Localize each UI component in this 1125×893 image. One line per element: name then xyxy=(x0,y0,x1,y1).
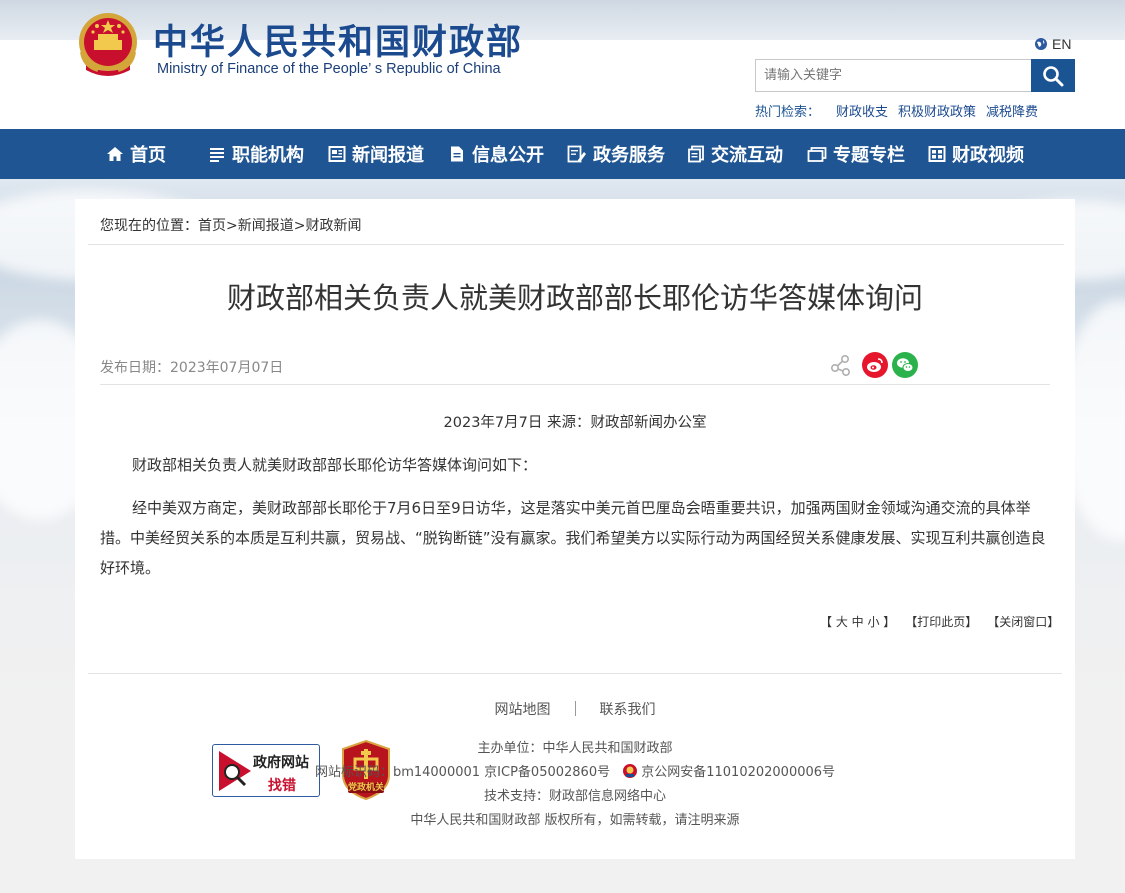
article-paragraph: 经中美双方商定，美财政部部长耶伦于7月6日至9日访华，这是落实中美元首巴厘岛会晤… xyxy=(100,499,1046,577)
nav-label: 信息公开 xyxy=(472,145,544,166)
hot-search: 热门检索： 财政收支 积极财政政策 减税降费 xyxy=(755,101,1038,120)
sitemap-link[interactable]: 网站地图 xyxy=(495,702,551,718)
article-title: 财政部相关负责人就美财政部部长耶伦访华答媒体询问 xyxy=(226,281,923,315)
site-title-en[interactable]: Ministry of Finance of the People’ s Rep… xyxy=(157,61,501,77)
video-icon xyxy=(928,146,946,162)
article-tools: 【 大 中 小 】 【打印此页】 【关闭窗口】 xyxy=(820,613,1059,630)
hot-search-item[interactable]: 积极财政政策 xyxy=(898,101,976,120)
site-title-cn[interactable]: 中华人民共和国财政部 xyxy=(153,14,523,65)
nav-label: 首页 xyxy=(130,145,166,166)
divider xyxy=(88,673,1062,674)
footer-copyright: 中华人民共和国财政部 版权所有，如需转载，请注明来源 xyxy=(410,813,740,828)
edit-document-icon xyxy=(567,145,586,163)
nav-label: 职能机构 xyxy=(232,145,304,166)
breadcrumb-separator: > xyxy=(226,218,238,234)
list-icon xyxy=(210,148,224,162)
breadcrumb-item-news[interactable]: 新闻报道 xyxy=(238,218,294,234)
search-input[interactable] xyxy=(756,60,1032,91)
footer-link-separator xyxy=(574,701,576,716)
site-header: 中华人民共和国财政部 Ministry of Finance of the Pe… xyxy=(0,0,1125,129)
share-icon xyxy=(830,354,851,376)
globe-icon xyxy=(1035,38,1047,50)
main-nav: 首页 职能机构 新闻报道 信息公开 政务服务 交流互动 专题专栏 财政视频 xyxy=(0,129,1125,179)
newspaper-icon xyxy=(328,146,346,162)
breadcrumb-prefix: 您现在的位置： xyxy=(100,218,198,234)
breadcrumb-separator: > xyxy=(293,218,306,234)
content-panel: 您现在的位置：首页>新闻报道>财政新闻 财政部相关负责人就美财政部部长耶伦访华答… xyxy=(75,199,1075,859)
article-source: 2023年7月7日 来源：财政部新闻办公室 xyxy=(443,415,707,431)
national-emblem-logo[interactable] xyxy=(76,12,140,78)
close-window-button[interactable]: 【关闭窗口】 xyxy=(987,613,1059,630)
print-button[interactable]: 【打印此页】 xyxy=(905,613,977,630)
divider xyxy=(88,244,1064,245)
nav-item-disclosure[interactable]: 信息公开 xyxy=(448,129,544,179)
police-badge-icon xyxy=(623,764,638,778)
divider xyxy=(100,384,1050,385)
language-label[interactable]: EN xyxy=(1052,36,1071,52)
language-switch[interactable]: EN xyxy=(1034,36,1071,52)
home-icon xyxy=(107,147,123,161)
nav-label: 新闻报道 xyxy=(352,145,424,166)
footer-tech-support: 技术支持：财政部信息网络中心 xyxy=(483,789,666,804)
folder-icon xyxy=(807,147,827,162)
nav-label: 政务服务 xyxy=(593,145,665,166)
footer-registration: 网站标识码：bm14000001 京ICP备05002860号 京公网安备110… xyxy=(75,761,1075,780)
wechat-share-button[interactable] xyxy=(892,352,918,378)
search-icon xyxy=(1043,65,1064,86)
nav-item-news[interactable]: 新闻报道 xyxy=(328,129,424,179)
share-button[interactable] xyxy=(828,352,854,378)
nav-label: 交流互动 xyxy=(711,145,783,166)
contact-link[interactable]: 联系我们 xyxy=(600,702,656,718)
font-size-control[interactable]: 【 大 中 小 】 xyxy=(820,613,895,630)
publish-date: 发布日期：2023年07月07日 xyxy=(100,360,284,376)
hot-search-item[interactable]: 减税降费 xyxy=(986,101,1038,120)
hot-search-item[interactable]: 财政收支 xyxy=(836,101,888,120)
police-registration-label: 京公网安备11010202000006号 xyxy=(641,765,836,780)
nav-item-services[interactable]: 政务服务 xyxy=(567,129,665,179)
footer-links: 网站地图 联系我们 xyxy=(75,699,1075,719)
hot-search-label: 热门检索： xyxy=(755,105,821,120)
breadcrumb: 您现在的位置：首页>新闻报道>财政新闻 xyxy=(100,215,361,235)
breadcrumb-item-home[interactable]: 首页 xyxy=(198,218,226,234)
nav-label: 专题专栏 xyxy=(833,145,905,166)
nav-item-home[interactable]: 首页 xyxy=(106,129,166,179)
wechat-icon xyxy=(897,358,914,372)
police-registration[interactable]: 京公网安备11010202000006号 xyxy=(622,764,836,780)
breadcrumb-item-finance-news[interactable]: 财政新闻 xyxy=(305,218,361,234)
nav-item-videos[interactable]: 财政视频 xyxy=(928,129,1024,179)
article-paragraph: 财政部相关负责人就美财政部部长耶伦访华答媒体询问如下： xyxy=(132,456,538,474)
footer-sponsor: 主办单位：中华人民共和国财政部 xyxy=(477,741,673,756)
nav-label: 财政视频 xyxy=(952,145,1024,166)
document-icon xyxy=(451,146,463,162)
footer-site-id: 网站标识码：bm14000001 京ICP备05002860号 xyxy=(314,765,611,780)
nav-item-interaction[interactable]: 交流互动 xyxy=(687,129,783,179)
nav-item-functions[interactable]: 职能机构 xyxy=(208,129,304,179)
weibo-icon xyxy=(867,358,883,372)
weibo-share-button[interactable] xyxy=(862,352,888,378)
nav-item-topics[interactable]: 专题专栏 xyxy=(807,129,905,179)
search-field[interactable] xyxy=(755,59,1032,92)
search-button[interactable] xyxy=(1031,59,1075,92)
copy-icon xyxy=(688,145,704,163)
